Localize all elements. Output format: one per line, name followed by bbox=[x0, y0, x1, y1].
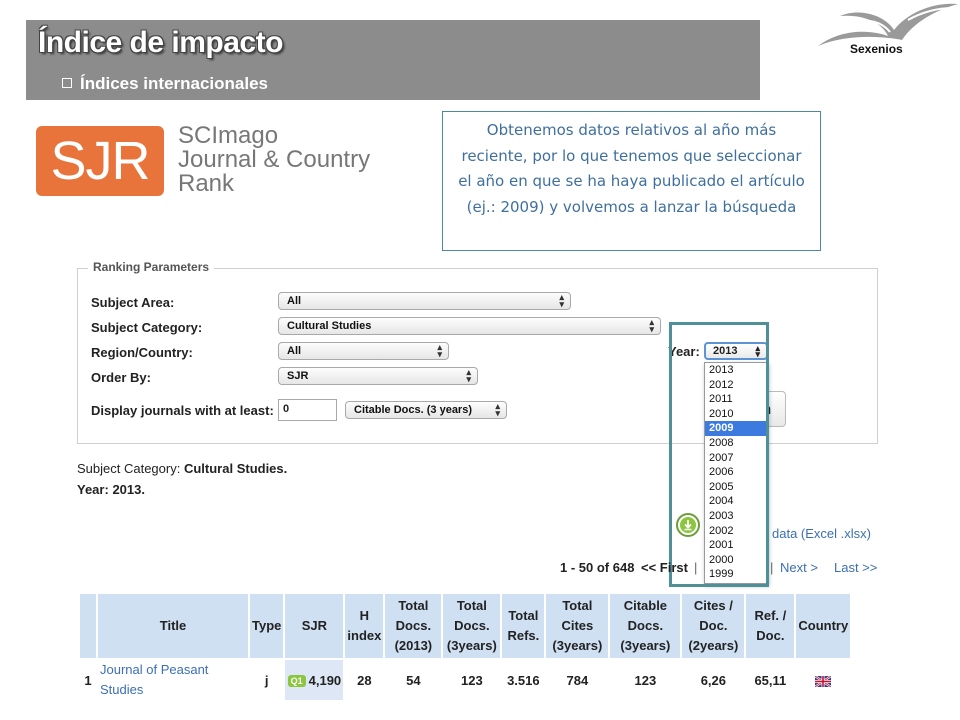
cell-h-index: 28 bbox=[357, 672, 372, 688]
info-year: Year: 2013. bbox=[77, 482, 145, 497]
cell-cites-per-doc: 6,26 bbox=[700, 672, 727, 688]
pager-last-link[interactable]: Last >> bbox=[834, 560, 877, 575]
subject-category-label: Subject Category: bbox=[91, 320, 203, 335]
cell-total-refs: 3.516 bbox=[507, 672, 540, 688]
col-country[interactable]: Country bbox=[796, 594, 851, 658]
checkbox-bullet-icon bbox=[62, 78, 72, 88]
select-arrows-icon: ▴ ▾ bbox=[466, 367, 471, 384]
subject-area-select[interactable]: All ▴ ▾ bbox=[278, 292, 571, 310]
min-docs-input[interactable]: 0 bbox=[278, 399, 337, 421]
uk-flag-icon bbox=[815, 675, 832, 687]
sexenios-logo: Sexenios bbox=[812, 0, 960, 62]
sjr-logo-mark: SJR bbox=[36, 126, 164, 196]
sjr-name-line: SCImago bbox=[178, 122, 279, 149]
info-year-label: Year: bbox=[77, 482, 109, 497]
col-type[interactable]: Type bbox=[250, 594, 284, 658]
col-rank bbox=[80, 594, 96, 658]
subject-area-label: Subject Area: bbox=[91, 295, 175, 310]
table-header-row: Title Type SJR H index Total Docs. (2013… bbox=[80, 594, 851, 658]
info-year-value: 2013. bbox=[112, 482, 145, 497]
slide-subtitle: Índices internacionales bbox=[62, 74, 268, 94]
select-arrows-icon: ▴ ▾ bbox=[649, 317, 654, 334]
order-by-value: SJR bbox=[287, 370, 309, 382]
cell-rank: 1 bbox=[84, 672, 92, 688]
region-country-select[interactable]: All ▴ ▾ bbox=[278, 342, 449, 360]
order-by-select[interactable]: SJR ▴ ▾ bbox=[278, 367, 478, 385]
download-excel-link[interactable]: data (Excel .xlsx) bbox=[772, 526, 871, 541]
col-ref-per-doc[interactable]: Ref. / Doc. bbox=[746, 594, 795, 658]
select-arrows-icon: ▴ ▾ bbox=[559, 292, 564, 309]
subject-category-select[interactable]: Cultural Studies ▴ ▾ bbox=[278, 317, 661, 335]
cell-type: j bbox=[264, 672, 269, 688]
select-arrows-icon: ▴ ▾ bbox=[495, 401, 500, 418]
ranking-parameters-legend: Ranking Parameters bbox=[88, 260, 215, 274]
region-country-label: Region/Country: bbox=[91, 345, 193, 360]
results-table: Title Type SJR H index Total Docs. (2013… bbox=[78, 592, 852, 702]
subject-area-value: All bbox=[287, 295, 302, 307]
col-cites-per-doc[interactable]: Cites / Doc. (2years) bbox=[682, 594, 745, 658]
cell-country bbox=[796, 660, 850, 700]
info-category: Subject Category: Cultural Studies. bbox=[77, 461, 287, 476]
col-citable-docs-3y[interactable]: Citable Docs. (3years) bbox=[610, 594, 681, 658]
col-total-docs-3y[interactable]: Total Docs. (3years) bbox=[443, 594, 501, 658]
min-docs-unit-select[interactable]: Citable Docs. (3 years) ▴ ▾ bbox=[345, 401, 507, 419]
table-row: 1 Journal of Peasant Studies j Q1 4,190 2… bbox=[80, 660, 850, 700]
min-docs-label: Display journals with at least: bbox=[91, 403, 274, 418]
col-title[interactable]: Title bbox=[98, 594, 248, 658]
sjr-logo-name: SCImago Journal & Country Rank bbox=[178, 124, 370, 196]
subject-category-value: Cultural Studies bbox=[287, 320, 372, 332]
cell-sjr: Q1 4,190 bbox=[285, 660, 344, 700]
pager-separator: | bbox=[694, 560, 698, 575]
journal-title-link[interactable]: Journal of Peasant Studies bbox=[98, 660, 248, 700]
min-docs-unit-value: Citable Docs. (3 years) bbox=[354, 404, 472, 416]
sjr-value: 4,190 bbox=[308, 672, 342, 688]
download-arrow-icon bbox=[680, 517, 696, 533]
col-h-index[interactable]: H index bbox=[345, 594, 384, 658]
sjr-name-line: Rank bbox=[178, 170, 235, 197]
slide-subtitle-text: Índices internacionales bbox=[80, 74, 269, 93]
year-highlight-frame bbox=[669, 322, 769, 587]
slide-title: Índice de impacto bbox=[38, 26, 283, 59]
region-country-value: All bbox=[287, 345, 302, 357]
cell-total-docs-3y: 123 bbox=[461, 672, 483, 688]
sjr-name-line: Journal & Country bbox=[178, 146, 371, 173]
pager-first-link[interactable]: << First bbox=[641, 560, 688, 575]
select-arrows-icon: ▴ ▾ bbox=[437, 342, 442, 359]
cell-total-cites-3y: 784 bbox=[566, 672, 589, 688]
col-total-docs-2013[interactable]: Total Docs. (2013) bbox=[385, 594, 442, 658]
col-total-refs[interactable]: Total Refs. bbox=[502, 594, 545, 658]
cell-citable-docs-3y: 123 bbox=[634, 672, 657, 688]
instruction-callout: Obtenemos datos relativos al año más rec… bbox=[442, 111, 821, 251]
pager-count: 1 - 50 of 648 bbox=[560, 560, 635, 575]
quartile-badge: Q1 bbox=[287, 674, 306, 687]
pager-separator: | bbox=[770, 560, 774, 575]
order-by-label: Order By: bbox=[91, 370, 151, 385]
pager-next-link[interactable]: Next > bbox=[780, 560, 818, 575]
col-sjr[interactable]: SJR bbox=[285, 594, 344, 658]
cell-total-docs-2013: 54 bbox=[406, 672, 421, 688]
info-category-label: Subject Category: bbox=[77, 461, 181, 476]
download-icon[interactable] bbox=[676, 513, 700, 537]
col-total-cites-3y[interactable]: Total Cites (3years) bbox=[546, 594, 609, 658]
sexenios-label: Sexenios bbox=[850, 42, 903, 56]
slide-header: Índice de impacto Índices internacionale… bbox=[26, 20, 760, 100]
info-category-value: Cultural Studies. bbox=[183, 461, 288, 476]
cell-ref-per-doc: 65,11 bbox=[754, 672, 787, 688]
